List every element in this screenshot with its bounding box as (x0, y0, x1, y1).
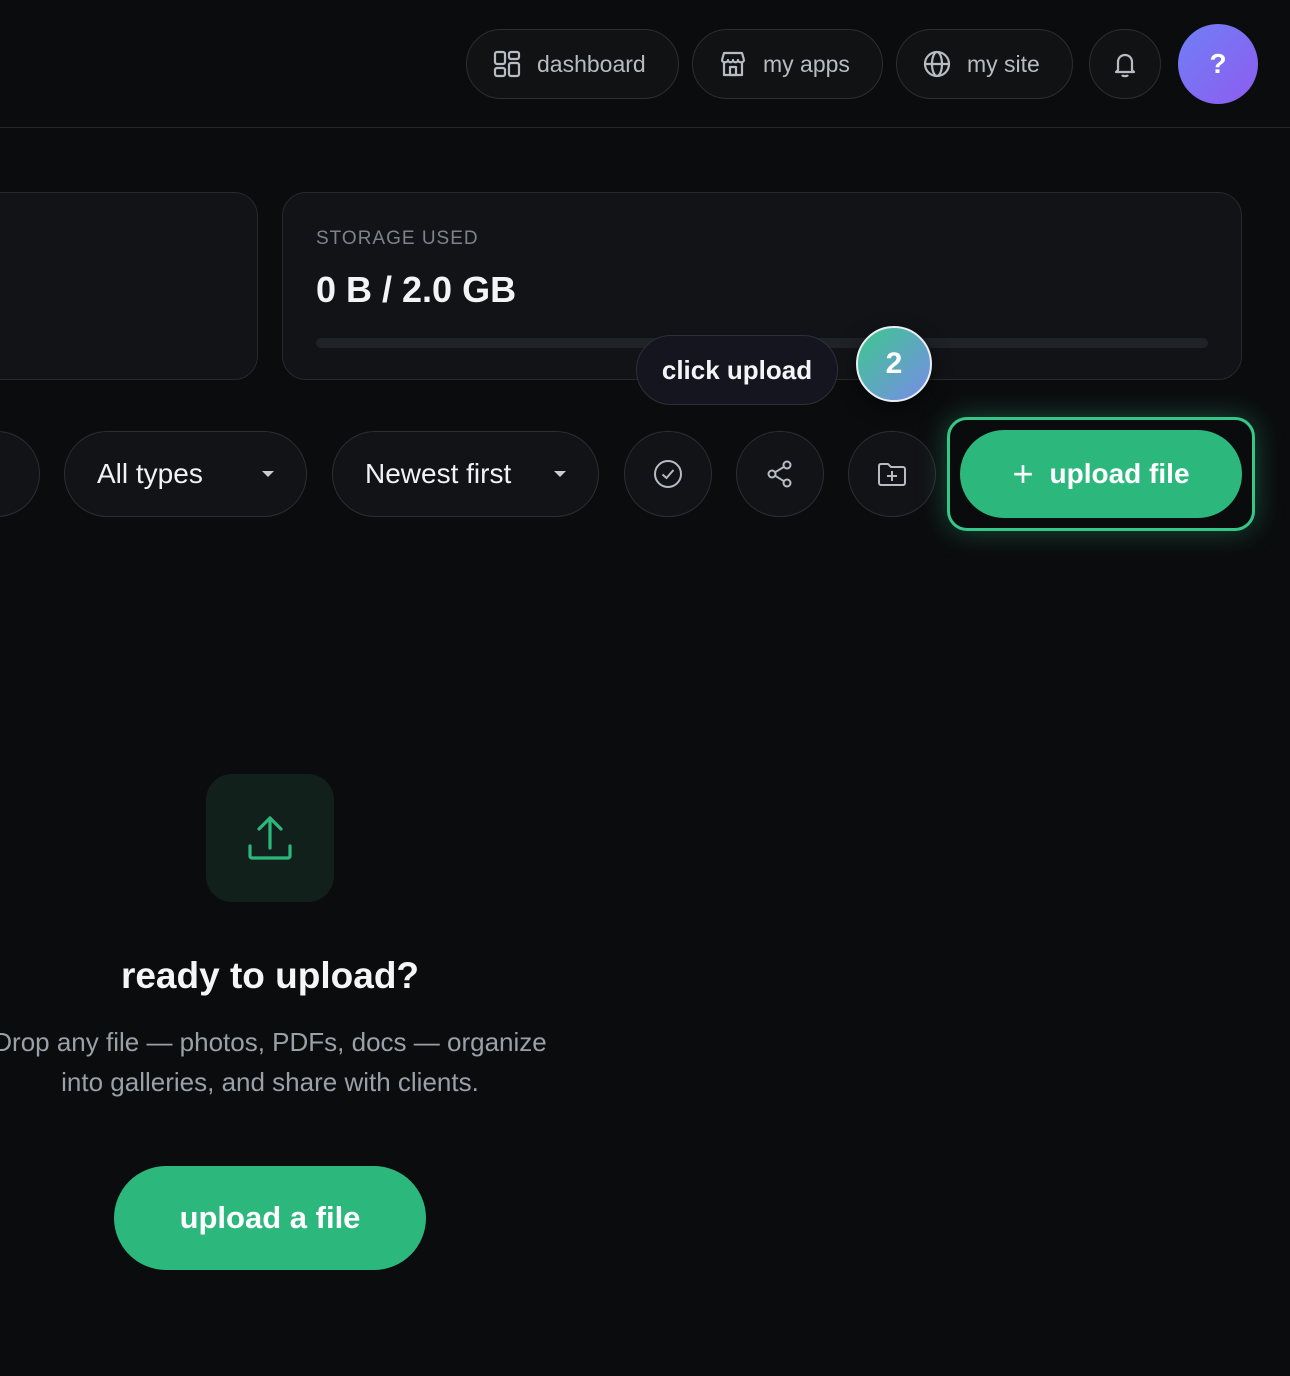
empty-state-title: ready to upload? (120, 955, 420, 996)
storage-label: STORAGE USED (316, 228, 479, 249)
notifications-button[interactable] (1089, 29, 1161, 99)
type-filter-dropdown[interactable]: All types (64, 431, 307, 517)
tour-step-badge: 2 (856, 326, 932, 402)
upload-file-label: upload file (1049, 458, 1190, 489)
avatar-initial: ? (1209, 48, 1227, 79)
nav-my-apps-label: my apps (763, 50, 850, 77)
bell-icon (1114, 53, 1136, 78)
select-button[interactable] (624, 431, 712, 517)
new-folder-button[interactable] (848, 431, 936, 517)
stat-card (0, 192, 258, 380)
upload-file-button[interactable]: + upload file (960, 430, 1242, 518)
empty-state-icon-tile (206, 774, 334, 902)
chevron-down-icon (554, 471, 566, 477)
storage-value: 0 B / 2.0 GB (316, 269, 517, 310)
share-button[interactable] (736, 431, 824, 517)
upload-icon (248, 816, 292, 860)
nav-my-apps-button[interactable]: my apps (692, 29, 883, 99)
tour-step-number: 2 (885, 347, 903, 380)
sort-dropdown[interactable]: Newest first (332, 431, 599, 517)
plus-icon: + (1012, 453, 1034, 494)
type-filter-value: All types (97, 458, 203, 489)
sort-value: Newest first (365, 458, 512, 489)
tour-tooltip: click upload (636, 335, 838, 405)
tour-tooltip-text: click upload (661, 354, 813, 385)
dashboard-icon (493, 50, 521, 78)
nav-my-site-button[interactable]: my site (896, 29, 1073, 99)
share-icon (767, 460, 792, 488)
upload-a-file-button[interactable]: upload a file (114, 1166, 426, 1270)
nav-dashboard-button[interactable]: dashboard (466, 29, 679, 99)
empty-state-description-line: into galleries, and share with clients. (61, 1067, 479, 1097)
globe-icon (923, 50, 951, 78)
search-field[interactable] (0, 431, 40, 517)
check-circle-icon (654, 460, 682, 488)
folder-plus-icon (878, 463, 906, 486)
empty-state-description-line: Drop any file — photos, PDFs, docs — org… (0, 1027, 547, 1057)
empty-state-description: Drop any file — photos, PDFs, docs — org… (0, 1022, 570, 1102)
upload-a-file-label: upload a file (179, 1200, 361, 1235)
nav-my-site-label: my site (967, 50, 1040, 77)
store-icon (720, 51, 746, 77)
nav-dashboard-label: dashboard (537, 50, 646, 77)
avatar[interactable]: ? (1178, 24, 1258, 104)
chevron-down-icon (262, 471, 274, 477)
